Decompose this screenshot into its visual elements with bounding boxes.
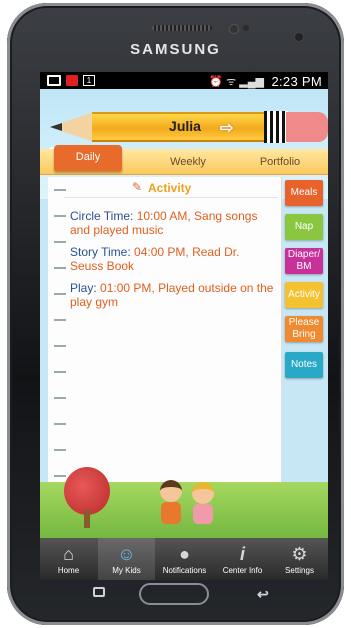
nav-label: Notifications — [162, 566, 207, 575]
nav-label: Home — [57, 566, 80, 575]
nav-home[interactable]: ⌂ Home — [40, 538, 97, 580]
front-camera — [230, 25, 238, 33]
pencil-lead — [50, 123, 62, 131]
nav-my-kids[interactable]: ☺ My Kids — [98, 538, 155, 580]
pencil-ferrule — [264, 111, 288, 143]
tree-trunk — [84, 510, 90, 528]
tab-bar: Daily Weekly Portfolio — [40, 145, 328, 175]
child-name[interactable]: Julia — [145, 118, 225, 134]
calendar-icon: 1 — [83, 75, 95, 86]
entry-label: Story Time: — [70, 245, 131, 259]
kids-icon: ☺ — [117, 544, 136, 564]
tab-weekly[interactable]: Weekly — [152, 149, 224, 175]
status-bar: 1 ⏰ ᯤ ▂▄▆ 2:23 PM — [40, 72, 328, 89]
nav-notifications[interactable]: ● Notifications — [156, 538, 213, 580]
activity-button[interactable]: Activity — [285, 282, 323, 308]
entry-label: Circle Time: — [70, 209, 134, 223]
activity-notebook: ✎ Activity Circle Time: 10:00 AM, Sang s… — [48, 177, 282, 495]
nav-label: Settings — [285, 566, 314, 575]
app-screen: 1 ⏰ ᯤ ▂▄▆ 2:23 PM Julia ⇨ Daily Weekly P… — [40, 72, 328, 580]
meals-button[interactable]: Meals — [285, 180, 323, 206]
tab-daily[interactable]: Daily — [54, 145, 122, 171]
please-bring-button[interactable]: Please Bring — [285, 316, 323, 342]
nav-settings[interactable]: ⚙ Settings — [271, 538, 328, 580]
signal-icons: ⏰ ᯤ ▂▄▆ — [209, 76, 264, 88]
pencil-eraser — [286, 112, 328, 142]
status-time: 2:23 PM — [271, 74, 322, 89]
nav-label: My Kids — [112, 566, 141, 575]
activity-entry: Play: 01:00 PM, Played outside on the pl… — [70, 281, 276, 309]
phone-frame: SAMSUNG 1 ⏰ ᯤ ▂▄▆ 2:23 PM Julia ⇨ Daily … — [7, 3, 344, 625]
device-brand: SAMSUNG — [130, 41, 221, 58]
home-key[interactable] — [139, 583, 209, 605]
notification-icon — [66, 75, 78, 86]
notebook-spiral — [54, 177, 66, 495]
arrow-right-icon[interactable]: ⇨ — [220, 118, 233, 138]
activity-entry: Circle Time: 10:00 AM, Sang songs and pl… — [70, 209, 276, 237]
divider — [64, 197, 278, 198]
diaper-bm-button[interactable]: Diaper/ BM — [285, 248, 323, 274]
nav-center-info[interactable]: i Center Info — [214, 538, 271, 580]
info-icon: i — [239, 544, 245, 564]
nav-label: Center Info — [222, 566, 263, 575]
bottom-nav: ⌂ Home ☺ My Kids ● Notifications i Cente… — [40, 538, 328, 580]
chat-bubble-icon: ● — [179, 544, 190, 564]
activity-icon: ✎ — [132, 180, 143, 194]
notes-button[interactable]: Notes — [285, 352, 323, 378]
tree-illustration — [64, 467, 110, 515]
sensor — [295, 33, 303, 41]
entry-label: Play: — [70, 281, 97, 295]
proximity-sensor — [243, 25, 249, 31]
girl-illustration — [190, 482, 216, 524]
earpiece-speaker — [152, 25, 212, 31]
back-key[interactable]: ↩ — [257, 586, 269, 603]
nap-button[interactable]: Nap — [285, 214, 323, 240]
tab-portfolio[interactable]: Portfolio — [240, 149, 320, 175]
home-icon: ⌂ — [63, 544, 74, 564]
gear-icon: ⚙ — [291, 544, 308, 564]
boy-illustration — [158, 480, 184, 524]
gmail-icon — [47, 75, 61, 86]
activity-title: Activity — [148, 181, 192, 195]
activity-entry: Story Time: 04:00 PM, Read Dr. Seuss Boo… — [70, 245, 276, 273]
recent-apps-key[interactable] — [93, 587, 105, 597]
entry-value: 01:00 PM, Played outside on the play gym — [70, 281, 274, 309]
